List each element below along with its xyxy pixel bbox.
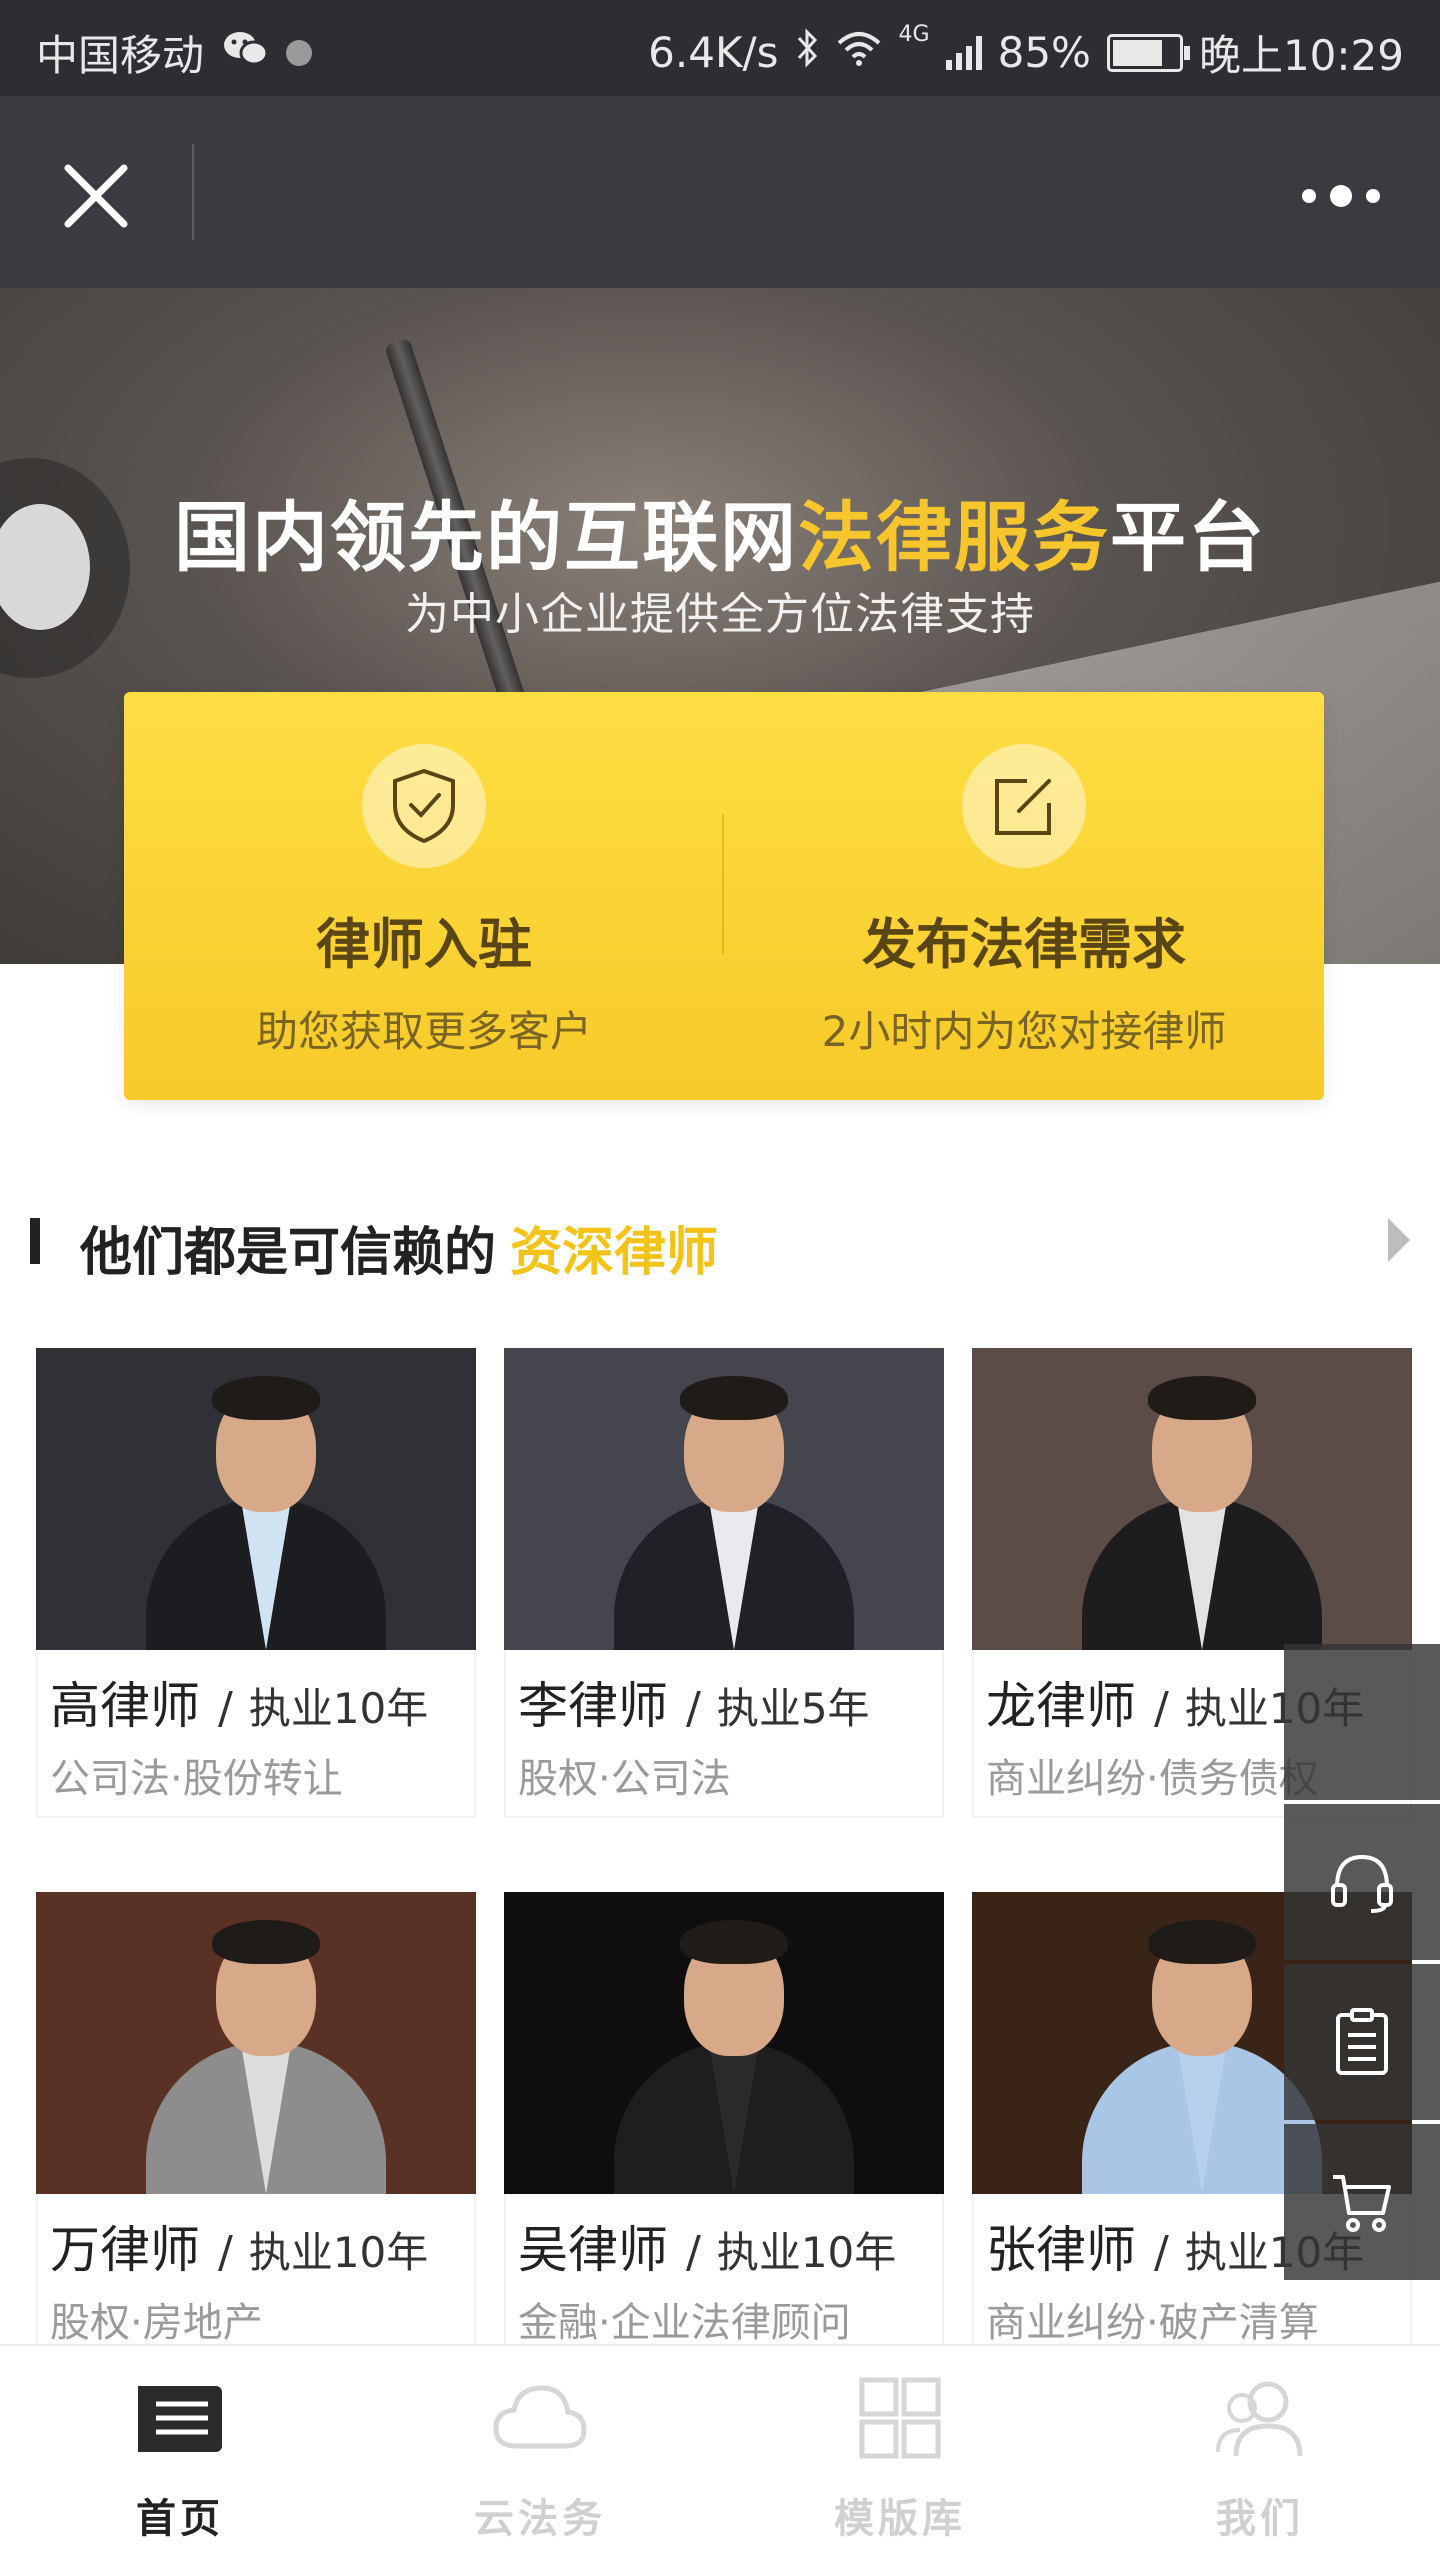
battery-percent: 85% — [997, 28, 1091, 77]
lawyer-specialties: 股权·公司法 — [518, 1756, 731, 1802]
lawyer-experience: 执业10年 — [248, 2228, 429, 2277]
bottom-tab-bar: 首页 云法务 模版库 我们 — [0, 2344, 1440, 2562]
action-card: 律师入驻 助您获取更多客户 发布法律需求 2小时内为您对接律师 — [124, 692, 1324, 1100]
notification-dot-icon — [286, 39, 313, 66]
floating-side-toolbar — [1284, 1644, 1440, 2280]
side-toolbar-blank-button[interactable] — [1284, 1644, 1440, 1800]
post-legal-need-title: 发布法律需求 — [862, 913, 1186, 976]
lawyer-name: 张律师 — [986, 2221, 1136, 2279]
tab-label: 模版库 — [834, 2496, 966, 2542]
battery-icon — [1106, 33, 1190, 72]
users-icon — [1210, 2374, 1310, 2464]
carrier-label: 中国移动 — [36, 31, 205, 80]
tab-about-us[interactable]: 我们 — [1080, 2346, 1440, 2562]
lawyer-separator: / — [1154, 2227, 1169, 2278]
status-bar: 中国移动 6.4K/s 4G 85% 晚上10:29 — [0, 0, 1440, 96]
hero-title-prefix: 国内领先的互联网 — [174, 493, 798, 582]
lawyer-name-row: 高律师 / 执业10年 — [50, 1666, 470, 1738]
section-marker — [30, 1218, 40, 1264]
lawyer-specialties: 公司法·股份转让 — [50, 1756, 343, 1802]
lawyer-photo — [36, 1348, 476, 1650]
lawyer-name-row: 李律师 / 执业5年 — [518, 1666, 938, 1738]
lawyer-join-title: 律师入驻 — [316, 913, 532, 976]
lawyer-name-row: 吴律师 / 执业10年 — [518, 2210, 938, 2282]
lawyer-photo — [504, 1892, 944, 2194]
news-icon — [130, 2374, 230, 2464]
post-legal-need-button[interactable]: 发布法律需求 2小时内为您对接律师 — [724, 692, 1324, 1100]
headset-icon[interactable] — [1284, 1804, 1440, 1960]
section-title-highlight: 资深律师 — [510, 1223, 719, 1283]
lawyer-photo — [504, 1348, 944, 1650]
edit-icon — [962, 744, 1086, 868]
chevron-right-icon[interactable] — [1388, 1218, 1410, 1262]
lawyer-join-subtitle: 助您获取更多客户 — [255, 1007, 592, 1056]
lawyer-separator: / — [686, 1683, 701, 1734]
lawyer-experience: 执业10年 — [716, 2228, 897, 2277]
tab-home[interactable]: 首页 — [0, 2346, 360, 2562]
lawyer-photo — [36, 1892, 476, 2194]
lawyer-card[interactable]: 吴律师 / 执业10年金融·企业法律顾问 — [504, 1892, 944, 2362]
lawyer-specialties: 商业纠纷·债务债权 — [986, 1756, 1319, 1802]
wifi-icon — [835, 28, 883, 77]
tab-label: 首页 — [136, 2496, 224, 2542]
lawyer-name-row: 万律师 / 执业10年 — [50, 2210, 470, 2282]
section-title: 他们都是可信赖的 资深律师 — [80, 1210, 718, 1285]
lawyer-specialties: 商业纠纷·破产清算 — [986, 2300, 1319, 2346]
hero-title-suffix: 平台 — [1110, 493, 1266, 582]
close-icon[interactable] — [56, 156, 136, 236]
title-divider — [192, 144, 194, 240]
post-legal-need-subtitle: 2小时内为您对接律师 — [821, 1007, 1227, 1056]
lawyer-experience: 执业10年 — [248, 1684, 429, 1733]
wechat-icon — [222, 28, 269, 77]
lawyer-specialties: 股权·房地产 — [50, 2300, 263, 2346]
lawyer-name: 李律师 — [518, 1677, 668, 1735]
network-speed: 6.4K/s — [648, 28, 779, 77]
hero-subtitle: 为中小企业提供全方位法律支持 — [405, 589, 1035, 640]
section-title-text: 他们都是可信赖的 — [80, 1223, 497, 1283]
bluetooth-icon — [795, 27, 819, 78]
lawyer-name: 万律师 — [50, 2221, 200, 2279]
tab-cloud-legal[interactable]: 云法务 — [360, 2346, 720, 2562]
cloud-icon — [490, 2374, 590, 2464]
webview-title-bar — [0, 96, 1440, 288]
lawyer-photo — [972, 1348, 1412, 1650]
more-options-icon[interactable] — [1240, 176, 1380, 216]
lawyer-card[interactable]: 万律师 / 执业10年股权·房地产 — [36, 1892, 476, 2362]
hero-title: 国内领先的互联网法律服务平台 — [0, 476, 1440, 586]
lawyer-card[interactable]: 高律师 / 执业10年公司法·股份转让 — [36, 1348, 476, 1818]
tab-label: 云法务 — [474, 2496, 606, 2542]
lawyer-separator: / — [1154, 1683, 1169, 1734]
lawyer-join-button[interactable]: 律师入驻 助您获取更多客户 — [124, 692, 724, 1100]
lawyer-specialties: 金融·企业法律顾问 — [518, 2300, 851, 2346]
lawyer-name: 高律师 — [50, 1677, 200, 1735]
network-type: 4G — [898, 22, 930, 47]
clock: 晚上10:29 — [1198, 31, 1404, 80]
lawyer-separator: / — [218, 1683, 233, 1734]
lawyer-name: 龙律师 — [986, 1677, 1136, 1735]
signal-icon — [945, 35, 982, 70]
section-header[interactable]: 他们都是可信赖的 资深律师 — [0, 1196, 1440, 1296]
grid-icon — [850, 2374, 950, 2464]
clipboard-icon[interactable] — [1284, 1964, 1440, 2120]
hero-title-highlight: 法律服务 — [798, 493, 1110, 582]
shield-check-icon — [362, 744, 486, 868]
lawyer-name: 吴律师 — [518, 2221, 668, 2279]
lawyer-experience: 执业5年 — [716, 1684, 870, 1733]
lawyer-separator: / — [218, 2227, 233, 2278]
tab-label: 我们 — [1216, 2496, 1304, 2542]
cart-icon[interactable] — [1284, 2124, 1440, 2280]
lawyer-card[interactable]: 李律师 / 执业5年股权·公司法 — [504, 1348, 944, 1818]
tab-templates[interactable]: 模版库 — [720, 2346, 1080, 2562]
lawyer-separator: / — [686, 2227, 701, 2278]
